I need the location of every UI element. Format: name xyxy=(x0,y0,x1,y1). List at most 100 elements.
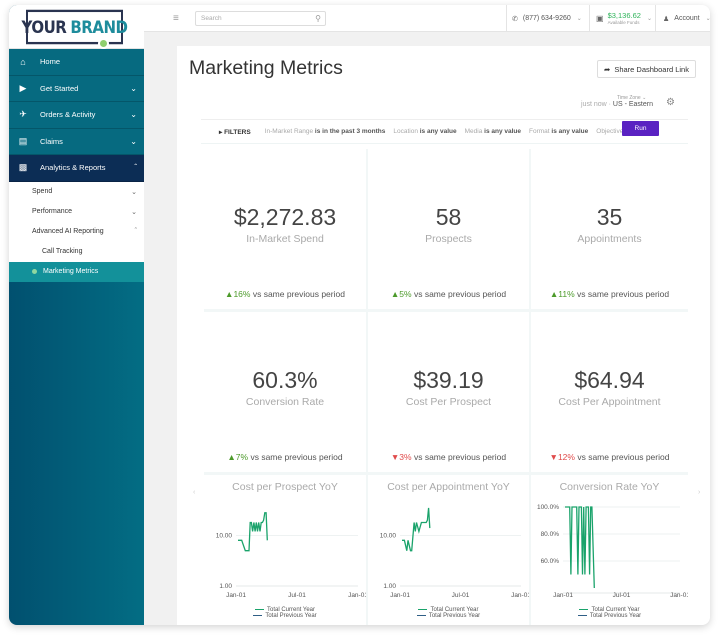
filter-media[interactable]: Media is any value xyxy=(465,128,521,135)
kpi-label: Prospects xyxy=(425,233,472,245)
funds-value: $3,136.62 xyxy=(607,11,641,20)
subnav-item-call-tracking[interactable]: Call Tracking xyxy=(9,242,144,262)
series-line-current-year xyxy=(565,506,595,589)
subnav-item-label: Performance xyxy=(32,208,73,215)
sidebar-item-home[interactable]: ⌂ Home xyxy=(9,49,144,76)
brand-word-1: YOUR xyxy=(21,16,67,38)
x-tick-label: Jan-01 xyxy=(390,592,410,599)
chart-plot: 10.00 1.00 Jan-01 Jul-01 Jan-01 xyxy=(216,512,366,599)
kpi-value: $2,272.83 xyxy=(233,204,337,230)
legend-item-previous-year[interactable]: Total Previous Year xyxy=(531,613,688,619)
y-tick-label: 1.00 xyxy=(383,583,396,590)
x-tick-label: Jul-01 xyxy=(613,592,631,599)
account-menu[interactable]: ♟ Account ⌄ xyxy=(655,5,710,32)
app-window: YOUR BRAND ⌂ Home ▶ Get Started ⌄ ✈ Orde… xyxy=(9,5,710,625)
kpi-change-suffix: vs same previous period xyxy=(577,452,670,462)
subnav-item-label: Advanced AI Reporting xyxy=(32,228,104,235)
kpi-change: ▼12% vs same previous period xyxy=(531,452,688,462)
kpi-tile: $64.94 Cost Per Appointment ▼12% vs same p… xyxy=(531,312,688,472)
chevron-up-icon: ˆ xyxy=(134,163,137,173)
brand-word-2: BRAND xyxy=(70,16,128,38)
kpi-change-suffix: vs same previous period xyxy=(413,289,507,299)
x-tick-label: Jul-01 xyxy=(288,592,306,599)
sidebar-item-claims[interactable]: ▤ Claims ⌄ xyxy=(9,128,144,155)
chevron-up-icon: ˆ xyxy=(134,228,137,235)
filters-title: FILTERS xyxy=(224,128,251,136)
sidebar-item-get-started[interactable]: ▶ Get Started ⌄ xyxy=(9,75,144,102)
filter-objective[interactable]: Objective xyxy=(596,128,623,135)
chevron-down-icon: ⌄ xyxy=(130,136,137,146)
phone-number: (877) 634-9260 xyxy=(522,15,571,22)
chart-plot: 10.00 1.00 Jan-01 Jul-01 Jan-01 xyxy=(380,507,529,599)
y-tick-label: 100.0% xyxy=(537,504,559,511)
kpi-change-percent: 5% xyxy=(399,289,412,299)
legend-swatch xyxy=(579,608,589,611)
logo-dot-icon xyxy=(98,38,109,49)
filter-field: Format xyxy=(529,128,550,135)
wallet-icon: ▣ xyxy=(596,14,604,23)
brand-logo: YOUR BRAND xyxy=(22,9,128,45)
timezone-value: US - Eastern xyxy=(612,101,653,108)
kpi-change-suffix: vs same previous period xyxy=(413,452,507,462)
filter-value: is any value xyxy=(551,128,589,135)
kpi-value: $39.19 xyxy=(413,367,484,393)
x-tick-label: Jan-01 xyxy=(553,592,573,599)
kpi-tile: $39.19 Cost Per Prospect ▼3% vs same previ… xyxy=(368,312,529,472)
legend-item-previous-year[interactable]: Total Previous Year xyxy=(368,613,529,619)
legend-swatch xyxy=(418,608,428,611)
x-tick-label: Jan-01 xyxy=(348,592,366,599)
gear-icon[interactable]: ⚙ xyxy=(666,97,675,108)
legend-label: Total Previous Year xyxy=(589,613,642,619)
y-tick-label: 1.00 xyxy=(219,583,232,590)
subnav-item-advanced-ai-reporting[interactable]: Advanced AI Reporting ˆ xyxy=(9,222,144,242)
chevron-right-icon[interactable]: › xyxy=(698,489,700,496)
filters-toggle[interactable]: ▸ FILTERS xyxy=(219,128,251,136)
sidebar-item-orders-activity[interactable]: ✈ Orders & Activity ⌄ xyxy=(9,102,144,129)
chevron-down-icon: ⌄ xyxy=(576,16,582,22)
share-label: Share Dashboard Link xyxy=(614,64,689,74)
filter-format[interactable]: Format is any value xyxy=(529,128,588,135)
x-tick-label: Jan-01 xyxy=(511,592,529,599)
y-tick-label: 10.00 xyxy=(216,532,233,539)
menu-collapse-icon[interactable]: ≡ xyxy=(173,13,179,24)
legend-swatch xyxy=(416,614,426,617)
search-placeholder: Search xyxy=(201,15,222,22)
search-input[interactable]: Search ⚲ xyxy=(195,11,326,26)
filter-in-market-range[interactable]: In-Market Range is in the past 3 months xyxy=(265,128,386,135)
subnav-item-performance[interactable]: Performance ⌄ xyxy=(9,202,144,222)
kpi-label: Cost Per Prospect xyxy=(405,396,492,408)
kpi-change-percent: 16% xyxy=(233,289,251,299)
sidebar: YOUR BRAND ⌂ Home ▶ Get Started ⌄ ✈ Orde… xyxy=(9,5,144,625)
y-tick-label: 80.0% xyxy=(541,531,560,538)
kpi-change: ▲16% vs same previous period xyxy=(204,289,366,299)
kpi-change: ▲7% vs same previous period xyxy=(204,452,366,462)
filter-value: is in the past 3 months xyxy=(314,128,386,135)
filter-location[interactable]: Location is any value xyxy=(393,128,456,135)
share-dashboard-button[interactable]: ➦ Share Dashboard Link xyxy=(597,60,696,78)
dashboard-panel: Marketing Metrics ➦ Share Dashboard Link… xyxy=(177,46,710,625)
sidebar-item-analytics-reports[interactable]: ▩ Analytics & Reports ˆ xyxy=(9,155,144,182)
legend-item-previous-year[interactable]: Total Previous Year xyxy=(204,613,366,619)
kpi-tile: 60.3% Conversion Rate ▲7% vs same previous… xyxy=(204,312,366,472)
kpi-label: Cost Per Appointment xyxy=(558,396,661,408)
chevron-left-icon[interactable]: ‹ xyxy=(193,489,195,496)
sidebar-item-label: Claims xyxy=(40,136,63,146)
legend-swatch xyxy=(253,614,263,617)
search-icon[interactable]: ⚲ xyxy=(315,12,321,25)
triangle-down-icon: ▼ xyxy=(549,452,558,462)
home-icon: ⌂ xyxy=(20,56,26,67)
phone-menu[interactable]: ✆ (877) 634-9260 ⌄ xyxy=(506,5,589,32)
chart-plot: 100.0% 80.0% 60.0% Jan-01 Jul-01 Jan-01 xyxy=(537,504,688,599)
chevron-down-icon: ⌄ xyxy=(705,16,710,22)
funds-menu[interactable]: ▣ $3,136.62 Available Funds ⌄ xyxy=(589,5,655,32)
active-dot-icon xyxy=(32,269,37,274)
legend-swatch xyxy=(254,608,264,611)
subnav-item-marketing-metrics[interactable]: Marketing Metrics xyxy=(9,261,144,282)
logo[interactable]: YOUR BRAND xyxy=(9,5,144,49)
page-title: Marketing Metrics xyxy=(189,57,343,79)
subnav-item-spend[interactable]: Spend ⌄ xyxy=(9,182,144,202)
kpi-change: ▲11% vs same previous period xyxy=(531,289,688,299)
refresh-status: just now · US - Eastern xyxy=(581,101,653,108)
kpi-label: Appointments xyxy=(577,233,642,245)
run-button[interactable]: Run xyxy=(622,121,659,136)
